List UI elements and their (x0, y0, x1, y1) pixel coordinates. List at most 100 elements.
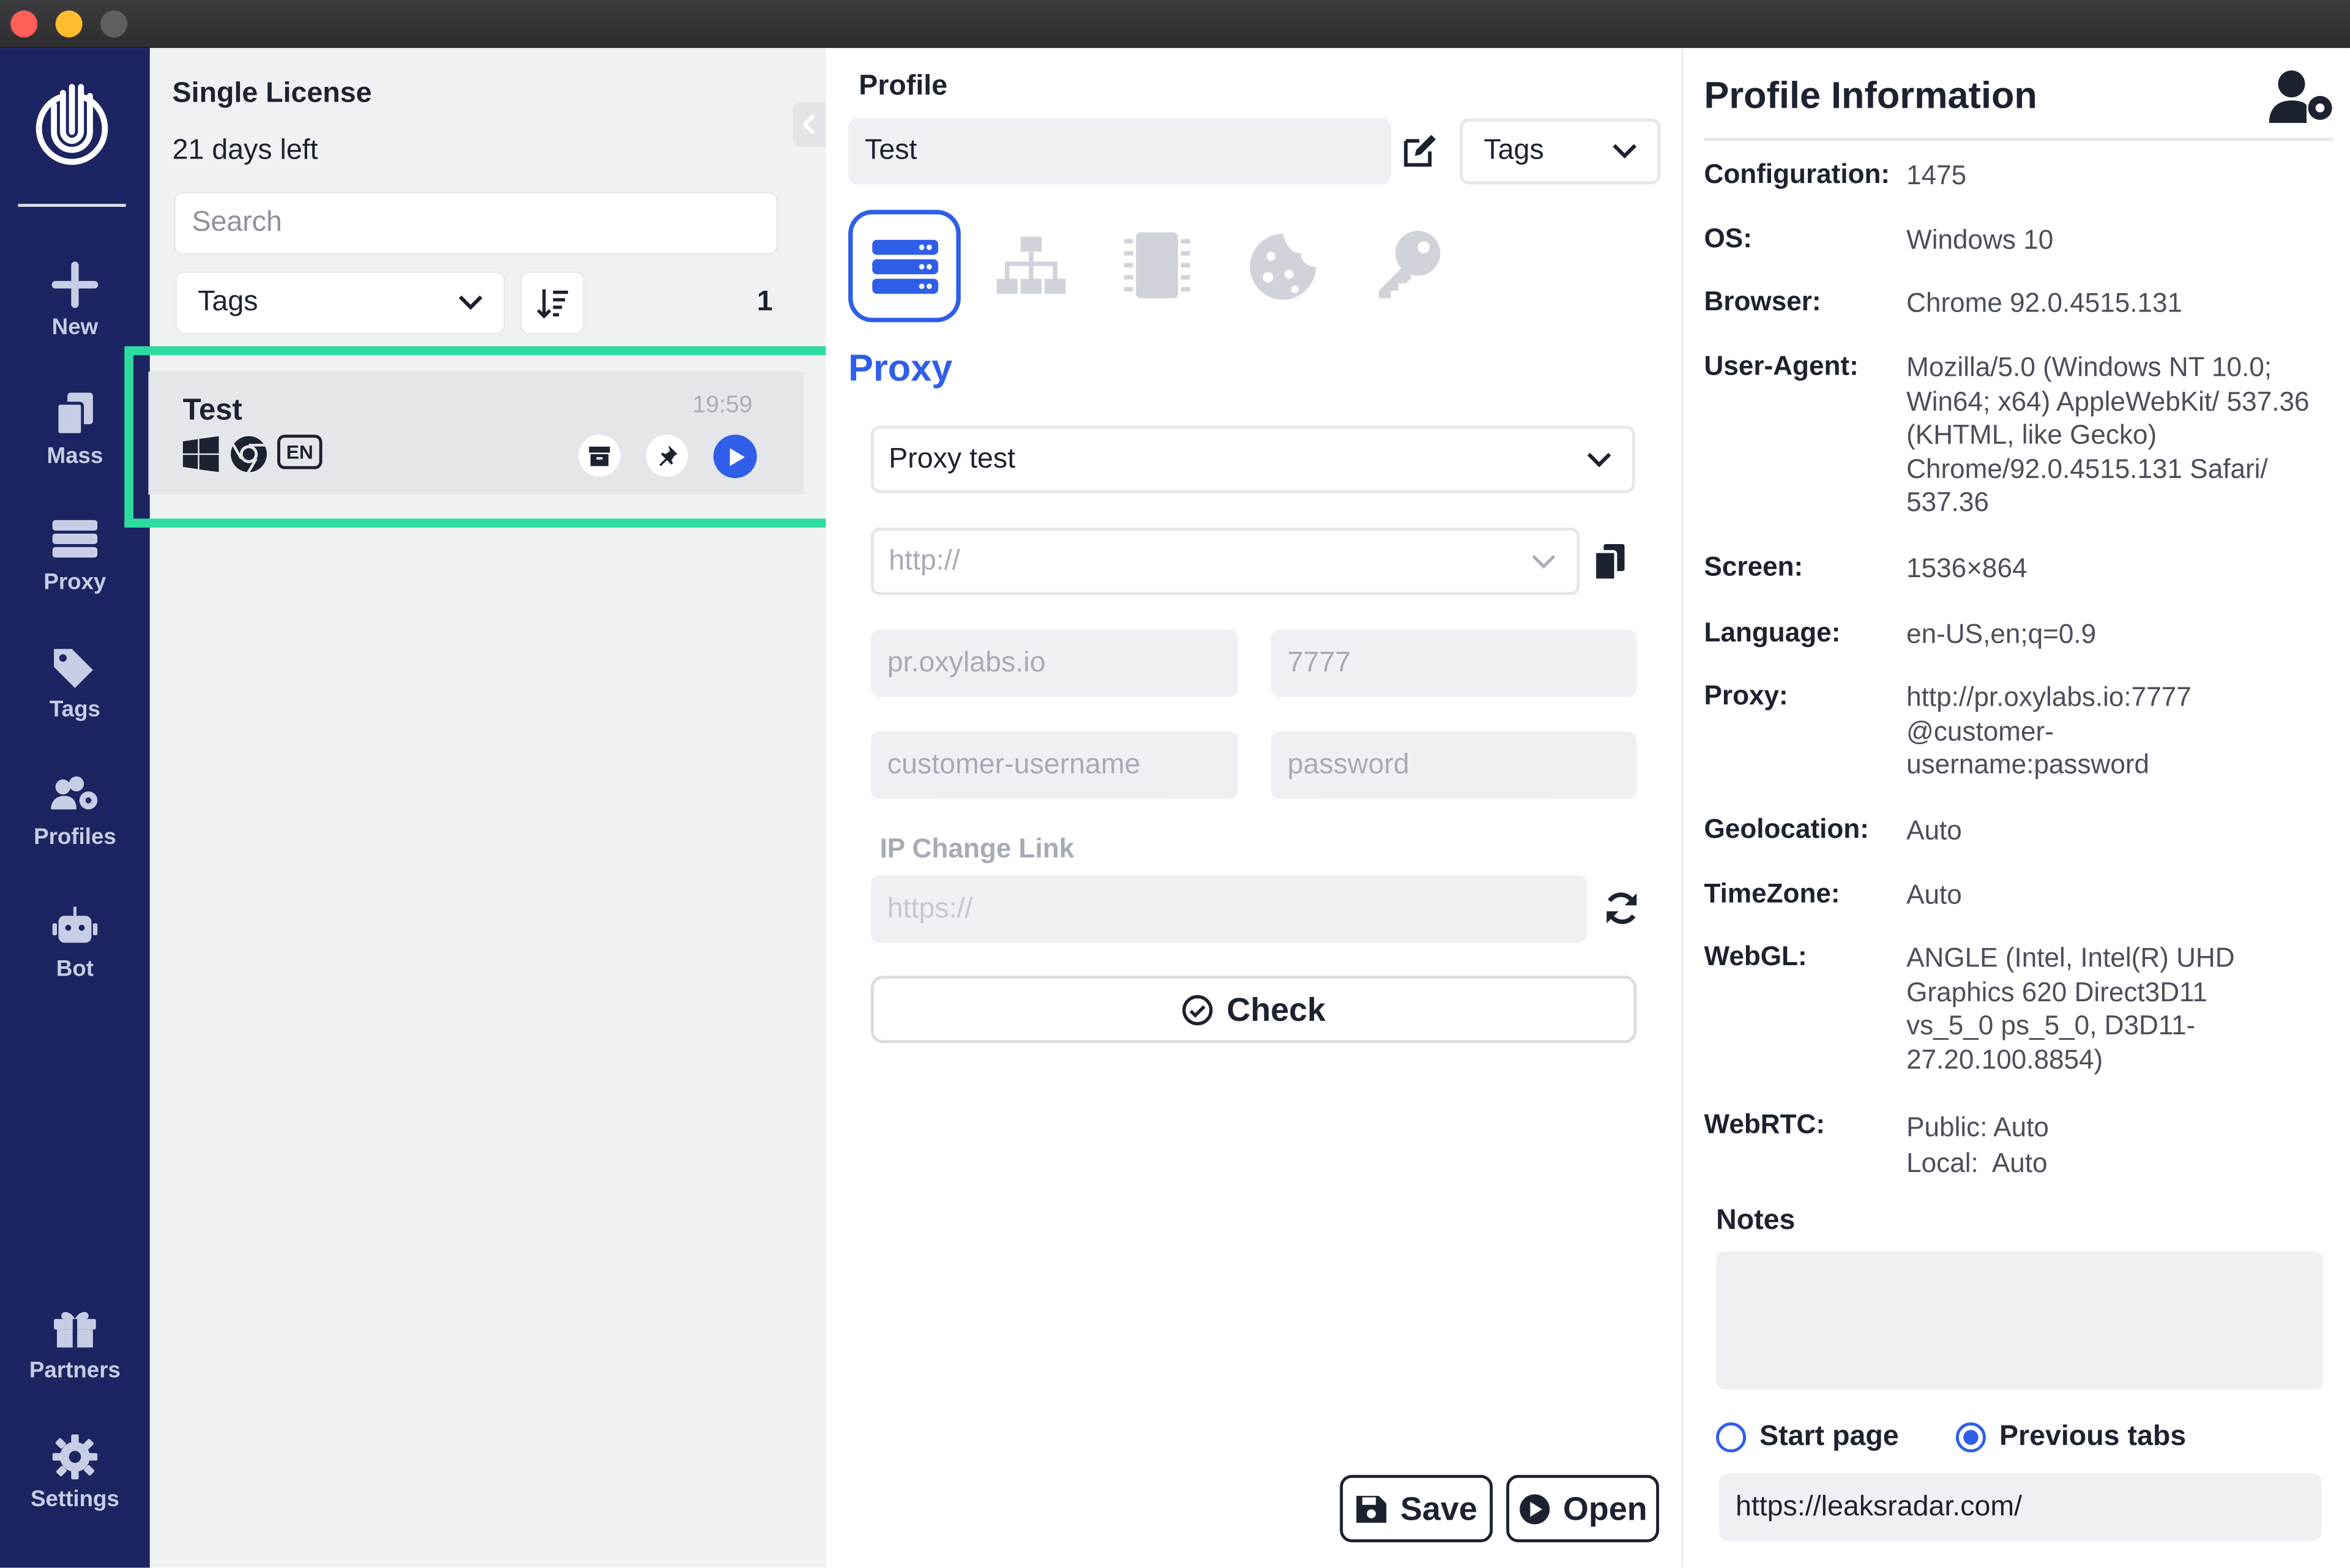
refresh-icon (1606, 892, 1637, 924)
tags-filter-select[interactable]: Tags (175, 271, 505, 335)
info-value-geolocation: Auto (1906, 815, 1962, 846)
info-label-language: Language: (1704, 617, 1841, 648)
ip-change-placeholder: https:// (887, 892, 973, 924)
start-url-input[interactable]: https://leaksradar.com/ (1719, 1473, 2322, 1541)
license-title: Single License (172, 78, 372, 110)
tab-hardware[interactable] (1121, 230, 1193, 309)
host-placeholder: pr.oxylabs.io (887, 646, 1046, 679)
proxy-username-input[interactable]: customer-username (870, 731, 1238, 799)
start-page-label: Start page (1759, 1421, 1899, 1453)
profile-name-value: Test (865, 135, 917, 166)
profile-card-time: 19:59 (692, 392, 753, 419)
ip-change-label: IP Change Link (879, 833, 1075, 864)
radio-checked-icon (1955, 1422, 1986, 1453)
user-settings-button[interactable] (2269, 69, 2335, 133)
maximize-window-button[interactable] (100, 10, 128, 38)
nav-item-partners[interactable]: Partners (0, 1304, 150, 1409)
notes-textarea[interactable] (1716, 1251, 2323, 1390)
proxy-host-input[interactable]: pr.oxylabs.io (870, 629, 1238, 697)
tab-network[interactable] (995, 235, 1067, 305)
archive-profile-button[interactable] (578, 435, 621, 477)
proxy-select[interactable]: Proxy test (870, 425, 1635, 493)
nav-item-profiles[interactable]: Profiles (0, 771, 150, 875)
nav-item-label: Bot (56, 956, 94, 982)
sort-button[interactable] (520, 271, 585, 335)
ip-change-input[interactable]: https:// (870, 875, 1587, 943)
info-label-os: OS: (1704, 223, 1752, 253)
radio-unchecked-icon (1716, 1422, 1747, 1453)
tags-filter-label: Tags (198, 286, 258, 318)
launch-profile-button[interactable] (713, 435, 757, 479)
info-value-browser: Chrome 92.0.4515.131 (1906, 288, 2183, 318)
minimize-window-button[interactable] (55, 10, 83, 38)
pin-icon (659, 445, 677, 466)
tags-icon (54, 649, 93, 689)
license-days-left: 21 days left (172, 135, 318, 166)
proxy-port-input[interactable]: 7777 (1270, 629, 1637, 697)
save-button[interactable]: Save (1340, 1474, 1493, 1543)
nav-item-label: Settings (30, 1487, 119, 1513)
search-input[interactable]: Search (174, 192, 778, 255)
nav-item-label: Proxy (43, 569, 106, 595)
username-placeholder: customer-username (887, 749, 1141, 780)
check-circle-icon (1183, 994, 1214, 1025)
tab-proxy[interactable] (848, 209, 961, 323)
info-label-screen: Screen: (1704, 551, 1804, 582)
profile-card[interactable]: Test 19:59 EN (148, 371, 804, 495)
paste-proxy-button[interactable] (1593, 543, 1625, 588)
edit-name-button[interactable] (1401, 133, 1438, 177)
nav-item-tags[interactable]: Tags (0, 643, 150, 748)
profile-card-name: Test (182, 394, 242, 427)
password-placeholder: password (1287, 749, 1409, 780)
nav-item-settings[interactable]: Settings (0, 1433, 150, 1537)
protocol-select[interactable]: http:// (870, 528, 1580, 595)
play-circle-icon (1519, 1493, 1550, 1524)
network-icon (996, 236, 1066, 294)
search-placeholder: Search (192, 206, 282, 239)
info-label-geolocation: Geolocation: (1704, 813, 1869, 844)
start-url-value: https://leaksradar.com/ (1735, 1490, 2023, 1522)
archive-icon (589, 446, 610, 466)
previous-tabs-label: Previous tabs (1999, 1421, 2187, 1453)
collapse-panel-button[interactable] (793, 102, 826, 147)
info-label-browser: Browser: (1704, 286, 1821, 316)
user-gear-icon (2269, 70, 2332, 123)
gift-icon (54, 1312, 96, 1348)
start-page-radio[interactable]: Start page (1716, 1421, 1899, 1454)
open-button[interactable]: Open (1506, 1474, 1660, 1543)
close-window-button[interactable] (10, 10, 38, 38)
chevron-down-icon (1613, 144, 1637, 159)
chevron-left-icon (802, 114, 815, 135)
profile-count: 1 (756, 286, 773, 318)
key-icon (1379, 231, 1441, 299)
copy-icon (55, 392, 93, 436)
chrome-icon (231, 436, 267, 474)
info-divider (1704, 138, 2334, 141)
info-title: Profile Information (1704, 75, 2037, 118)
pin-profile-button[interactable] (646, 435, 688, 477)
windows-icon (182, 436, 219, 472)
play-icon (729, 447, 744, 466)
tab-cookies[interactable] (1247, 233, 1319, 309)
port-placeholder: 7777 (1287, 646, 1351, 679)
info-value-screen: 1536×864 (1906, 553, 2027, 583)
protocol-placeholder: http:// (889, 545, 960, 577)
proxy-section-title: Proxy (848, 348, 953, 390)
info-label-proxy: Proxy: (1704, 680, 1788, 711)
profile-tags-select[interactable]: Tags (1460, 118, 1661, 185)
chip-icon (1124, 232, 1190, 299)
nav-item-label: Tags (49, 696, 100, 723)
info-label-user-agent: User-Agent: (1704, 351, 1859, 381)
proxy-password-input[interactable]: password (1270, 731, 1637, 799)
check-proxy-button[interactable]: Check (870, 976, 1637, 1043)
users-gear-icon (51, 776, 98, 810)
nav-item-bot[interactable]: Bot (0, 902, 150, 1007)
refresh-ip-button[interactable] (1603, 890, 1639, 934)
server-icon (871, 239, 938, 293)
previous-tabs-radio[interactable]: Previous tabs (1955, 1421, 2187, 1454)
save-icon (1357, 1495, 1387, 1522)
chevron-down-icon (458, 295, 483, 310)
nav-item-proxy[interactable]: Proxy (0, 515, 150, 620)
tab-keys[interactable] (1373, 230, 1445, 309)
profile-name-input[interactable]: Test (848, 118, 1391, 185)
